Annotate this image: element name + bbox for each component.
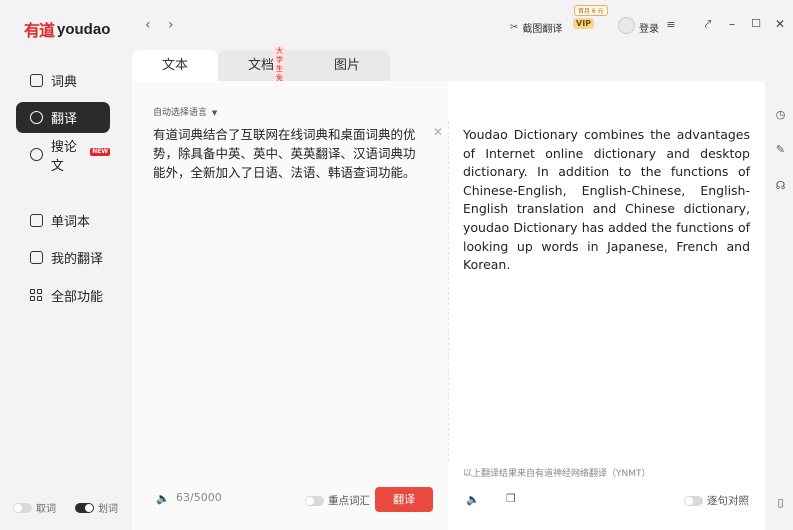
- sidebar-item-my-translation[interactable]: 我的翻译: [16, 242, 110, 273]
- tab-label: 文本: [161, 58, 188, 73]
- target-footer: 🔈 ❐: [466, 492, 516, 506]
- share-icon[interactable]: ✎: [774, 143, 787, 156]
- sidebar-item-label: 我的翻译: [51, 252, 104, 267]
- speaker-icon[interactable]: 🔈: [466, 493, 480, 506]
- tab-label: 文档: [248, 58, 275, 73]
- pane-divider: [448, 121, 449, 461]
- source-footer: 🔈 63/5000: [156, 491, 222, 505]
- target-text: Youdao Dictionary combines the advantage…: [463, 127, 750, 273]
- copy-icon[interactable]: ❐: [506, 492, 516, 505]
- book-icon: [30, 74, 43, 87]
- sentence-align-switch[interactable]: [684, 495, 703, 506]
- keyword-toggle-switch[interactable]: [305, 495, 324, 506]
- menu-icon[interactable]: ≡: [665, 19, 677, 31]
- pin-icon[interactable]: ⤤: [702, 18, 714, 30]
- keyword-label: 重点词汇: [328, 495, 370, 507]
- grid-icon: [30, 289, 43, 302]
- my-translation-icon: [30, 251, 43, 264]
- translation-source-note: 以上翻译结果来自有道神经网络翻译（YNMT）: [463, 469, 651, 479]
- maximize-icon[interactable]: ☐: [750, 18, 762, 30]
- top-bar: ‹ › ✂ 截图翻译 首月 6 元 VIP 登录 ≡ ⤤ – ☐ ✕: [132, 0, 793, 50]
- word-capture-toggles: 取词 划词: [13, 500, 118, 515]
- search-paper-icon: [30, 148, 43, 161]
- logo-mark: 有道: [24, 21, 55, 40]
- sidebar-item-label: 搜论文: [50, 139, 77, 174]
- new-badge: NEW: [90, 147, 110, 156]
- screenshot-translate-button[interactable]: ✂ 截图翻译: [510, 20, 562, 35]
- wordbook-icon: [30, 214, 43, 227]
- translate-icon: [30, 111, 43, 124]
- sentence-align-toggle[interactable]: 逐句对照: [684, 493, 749, 508]
- vip-promo-badge: 首月 6 元: [574, 5, 608, 16]
- translate-button[interactable]: 翻译: [375, 487, 433, 512]
- minimize-icon[interactable]: –: [726, 18, 738, 30]
- scissors-icon: ✂: [510, 22, 519, 33]
- sidebar-item-search-paper[interactable]: 搜论文 NEW: [16, 139, 110, 174]
- login-link[interactable]: 登录: [639, 20, 659, 35]
- sidebar-item-label: 全部功能: [51, 290, 104, 305]
- right-rail: ◷ ✎ ☊ ▯: [765, 81, 793, 530]
- vip-badge[interactable]: VIP: [573, 18, 595, 29]
- sidebar-item-label: 翻译: [51, 112, 78, 127]
- capture-word-label: 取词: [36, 504, 56, 515]
- history-icon[interactable]: ◷: [774, 108, 787, 121]
- source-text-input[interactable]: 有道词典结合了互联网在线词典和桌面词典的优势，除具备中英、英中、英英翻译、汉语词…: [153, 125, 427, 182]
- tab-image[interactable]: 图片: [304, 50, 390, 81]
- sentence-align-label: 逐句对照: [707, 495, 749, 507]
- sidebar-item-all-features[interactable]: 全部功能: [16, 280, 110, 311]
- clear-icon[interactable]: ✕: [433, 125, 443, 139]
- translation-panel: 自动选择语言 ▼ 有道词典结合了互联网在线词典和桌面词典的优势，除具备中英、英中…: [132, 81, 765, 530]
- language-select-label: 自动选择语言: [153, 108, 208, 118]
- select-word-label: 划词: [98, 504, 118, 515]
- capture-word-toggle[interactable]: [13, 502, 32, 513]
- caret-down-icon: ▼: [211, 109, 218, 117]
- tab-text[interactable]: 文本: [132, 50, 218, 81]
- layout-icon[interactable]: ▯: [774, 496, 787, 509]
- sidebar-item-translate[interactable]: 翻译: [16, 102, 110, 133]
- source-pane[interactable]: 自动选择语言 ▼ 有道词典结合了互联网在线词典和桌面词典的优势，除具备中英、英中…: [132, 81, 448, 530]
- app-logo[interactable]: 有道 youdao: [24, 17, 110, 41]
- speaker-icon[interactable]: 🔈: [156, 492, 170, 505]
- screenshot-translate-label: 截图翻译: [522, 24, 563, 35]
- close-icon[interactable]: ✕: [774, 18, 786, 30]
- char-count: 63/5000: [176, 491, 222, 504]
- select-word-toggle[interactable]: [75, 502, 94, 513]
- forward-arrow-icon[interactable]: ›: [168, 17, 174, 33]
- sidebar-item-dictionary[interactable]: 词典: [16, 65, 110, 96]
- language-select[interactable]: 自动选择语言 ▼: [153, 105, 217, 118]
- headset-icon[interactable]: ☊: [774, 179, 787, 192]
- back-arrow-icon[interactable]: ‹: [145, 17, 151, 33]
- keyword-toggle[interactable]: 重点词汇: [305, 493, 370, 508]
- sidebar: 有道 youdao 词典 翻译 搜论文 NEW 单词本 我的翻译 全部功能 取词…: [0, 0, 132, 530]
- sidebar-item-wordbook[interactable]: 单词本: [16, 205, 110, 236]
- sidebar-item-label: 词典: [51, 75, 78, 90]
- tab-label: 图片: [333, 58, 360, 73]
- sidebar-item-label: 单词本: [51, 215, 91, 230]
- logo-text: youdao: [57, 20, 111, 38]
- avatar[interactable]: [618, 17, 635, 34]
